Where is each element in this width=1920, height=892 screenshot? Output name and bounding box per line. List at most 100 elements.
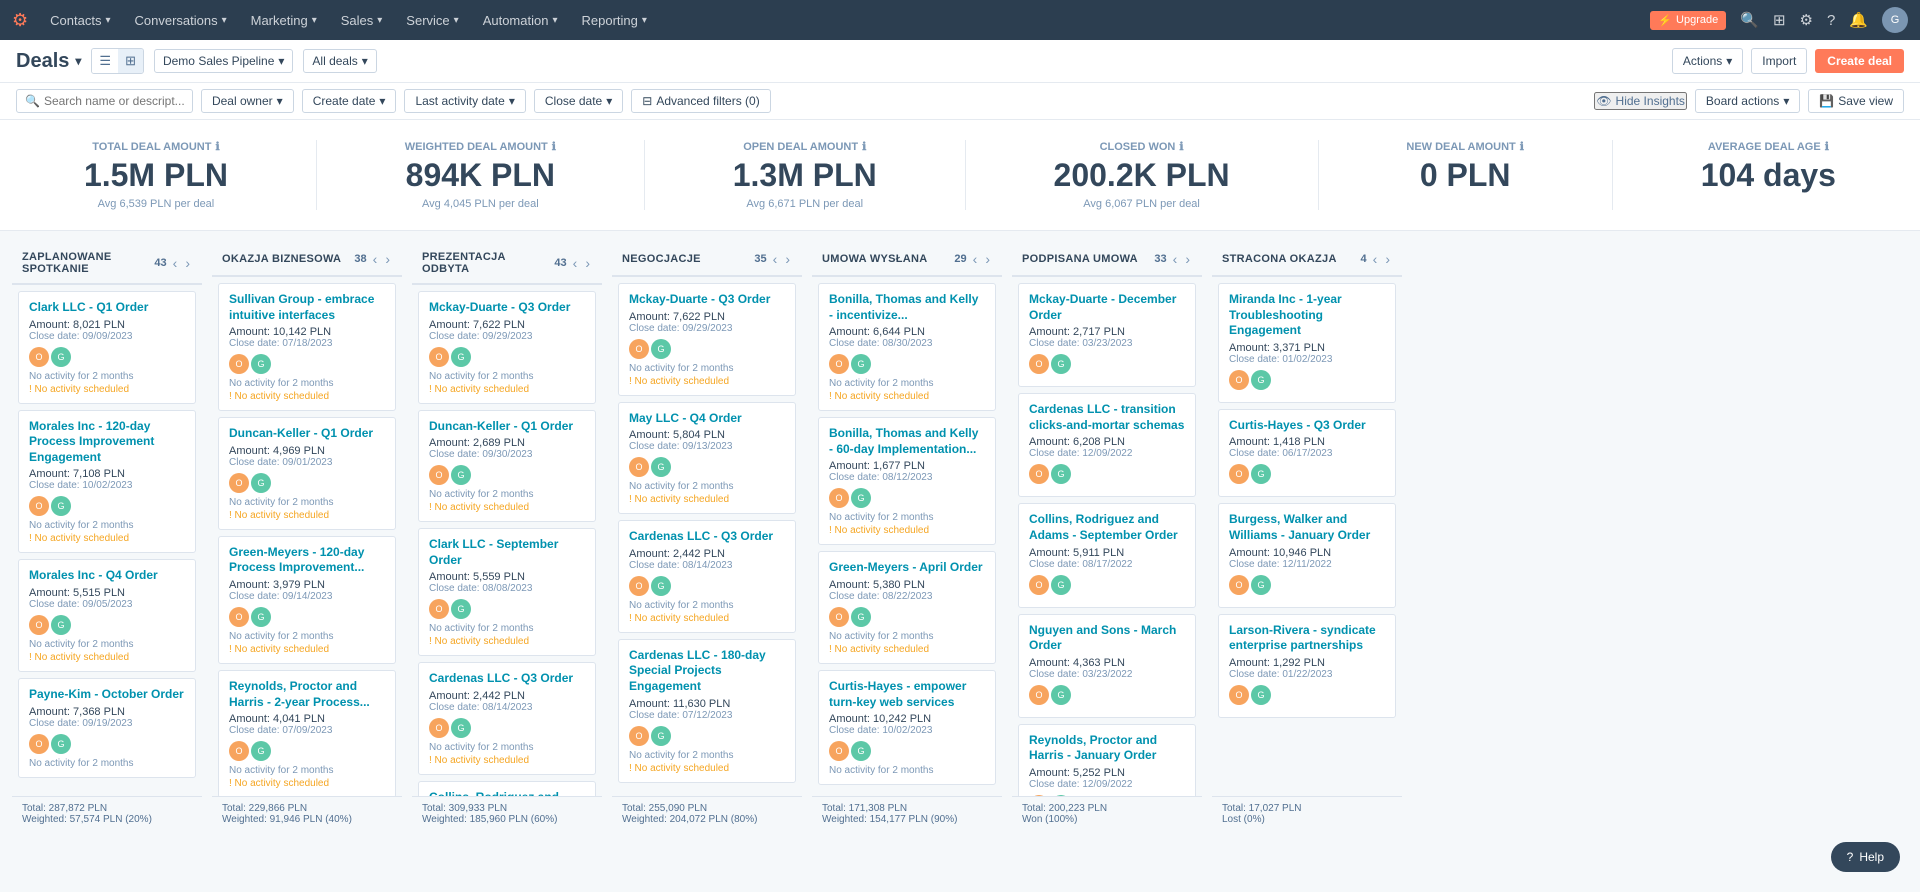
deal-card[interactable]: Cardenas LLC - Q3 Order Amount: 2,442 PL… bbox=[618, 520, 796, 633]
avatar: G bbox=[51, 496, 71, 516]
advanced-filters-button[interactable]: ⊟ Advanced filters (0) bbox=[631, 89, 770, 113]
activity-text: No activity for 2 months bbox=[429, 742, 585, 753]
deal-close-date: Close date: 08/14/2023 bbox=[629, 560, 785, 571]
column-prev-podpisana[interactable]: ‹ bbox=[1171, 251, 1180, 267]
nav-marketing[interactable]: Marketing ▾ bbox=[241, 0, 327, 40]
column-next-stracona[interactable]: › bbox=[1383, 251, 1392, 267]
column-zaplanowane: ZAPLANOWANE SPOTKANIE 43 ‹ › Clark LLC -… bbox=[12, 243, 202, 831]
import-button[interactable]: Import bbox=[1751, 48, 1807, 74]
column-prev-negocjacje[interactable]: ‹ bbox=[771, 251, 780, 267]
pipeline-select[interactable]: Demo Sales Pipeline ▾ bbox=[154, 49, 293, 73]
insight-open-deal: OPEN DEAL AMOUNT ℹ 1.3M PLN Avg 6,671 PL… bbox=[733, 140, 877, 210]
deal-card[interactable]: Mckay-Duarte - December Order Amount: 2,… bbox=[1018, 283, 1196, 387]
close-date-filter[interactable]: Close date ▾ bbox=[534, 89, 623, 113]
nav-sales[interactable]: Sales ▾ bbox=[331, 0, 393, 40]
column-next-umowa[interactable]: › bbox=[983, 251, 992, 267]
column-next-zaplanowane[interactable]: › bbox=[183, 255, 192, 271]
nav-automation[interactable]: Automation ▾ bbox=[473, 0, 568, 40]
deal-card[interactable]: Duncan-Keller - Q1 Order Amount: 2,689 P… bbox=[418, 410, 596, 523]
avatar: G bbox=[651, 457, 671, 477]
column-prev-stracona[interactable]: ‹ bbox=[1371, 251, 1380, 267]
deal-avatars: OG bbox=[629, 457, 785, 477]
avatar[interactable]: G bbox=[1882, 7, 1908, 33]
column-prev-zaplanowane[interactable]: ‹ bbox=[171, 255, 180, 271]
deal-card[interactable]: Larson-Rivera - syndicate enterprise par… bbox=[1218, 614, 1396, 718]
deal-avatars: OG bbox=[1029, 464, 1185, 484]
deal-card[interactable]: Collins, Rodriguez and Adams - re-contex… bbox=[418, 781, 596, 796]
list-view-button[interactable]: ☰ bbox=[92, 49, 118, 73]
deal-card[interactable]: Morales Inc - 120-day Process Improvemen… bbox=[18, 410, 196, 554]
deal-card[interactable]: Clark LLC - Q1 Order Amount: 8,021 PLN C… bbox=[18, 291, 196, 404]
search-icon[interactable]: 🔍 bbox=[1740, 11, 1759, 29]
column-cards-stracona: Miranda Inc - 1-year Troubleshooting Eng… bbox=[1212, 277, 1402, 796]
deal-close-date: Close date: 09/30/2023 bbox=[429, 449, 585, 460]
hide-insights-button[interactable]: 👁 Hide Insights bbox=[1594, 92, 1687, 110]
column-header-right: 35 ‹ › bbox=[754, 251, 792, 267]
column-prev-prezentacja[interactable]: ‹ bbox=[571, 255, 580, 271]
view-toggle: ☰ ⊞ bbox=[91, 48, 144, 74]
avatar: O bbox=[29, 347, 49, 367]
deal-owner-filter[interactable]: Deal owner ▾ bbox=[201, 89, 294, 113]
settings-icon[interactable]: ⚙ bbox=[1800, 11, 1813, 29]
deal-card[interactable]: Curtis-Hayes - Q3 Order Amount: 1,418 PL… bbox=[1218, 409, 1396, 498]
deal-card[interactable]: Cardenas LLC - Q3 Order Amount: 2,442 PL… bbox=[418, 662, 596, 775]
column-next-podpisana[interactable]: › bbox=[1183, 251, 1192, 267]
insight-avg-deal-age: AVERAGE DEAL AGE ℹ 104 days bbox=[1701, 140, 1836, 210]
column-next-prezentacja[interactable]: › bbox=[583, 255, 592, 271]
deal-card[interactable]: Clark LLC - September Order Amount: 5,55… bbox=[418, 528, 596, 656]
avatar: G bbox=[1051, 464, 1071, 484]
deal-card[interactable]: Green-Meyers - April Order Amount: 5,380… bbox=[818, 551, 996, 664]
info-icon: ℹ bbox=[1825, 140, 1829, 153]
nav-contacts[interactable]: Contacts ▾ bbox=[40, 0, 120, 40]
deal-card[interactable]: Reynolds, Proctor and Harris - January O… bbox=[1018, 724, 1196, 796]
nav-reporting[interactable]: Reporting ▾ bbox=[571, 0, 656, 40]
deal-card[interactable]: Payne-Kim - October Order Amount: 7,368 … bbox=[18, 678, 196, 778]
deal-card[interactable]: Duncan-Keller - Q1 Order Amount: 4,969 P… bbox=[218, 417, 396, 530]
deal-card[interactable]: Bonilla, Thomas and Kelly - 60-day Imple… bbox=[818, 417, 996, 545]
all-deals-select[interactable]: All deals ▾ bbox=[303, 49, 376, 73]
deal-card[interactable]: Mckay-Duarte - Q3 Order Amount: 7,622 PL… bbox=[418, 291, 596, 404]
deal-card[interactable]: Burgess, Walker and Williams - January O… bbox=[1218, 503, 1396, 607]
create-deal-button[interactable]: Create deal bbox=[1815, 49, 1904, 73]
avatar: G bbox=[251, 473, 271, 493]
avatar: G bbox=[251, 607, 271, 627]
activity-warning: ! No activity scheduled bbox=[429, 502, 585, 513]
search-input[interactable] bbox=[44, 94, 184, 108]
deal-card[interactable]: Collins, Rodriguez and Adams - September… bbox=[1018, 503, 1196, 607]
deal-card[interactable]: Sullivan Group - embrace intuitive inter… bbox=[218, 283, 396, 411]
board-view-button[interactable]: ⊞ bbox=[118, 49, 143, 73]
deal-card[interactable]: Mckay-Duarte - Q3 Order Amount: 7,622 PL… bbox=[618, 283, 796, 396]
deal-card[interactable]: Nguyen and Sons - March Order Amount: 4,… bbox=[1018, 614, 1196, 718]
column-prev-okazja[interactable]: ‹ bbox=[371, 251, 380, 267]
deal-card[interactable]: Curtis-Hayes - empower turn-key web serv… bbox=[818, 670, 996, 785]
create-date-filter[interactable]: Create date ▾ bbox=[302, 89, 397, 113]
actions-button[interactable]: Actions ▾ bbox=[1672, 48, 1743, 74]
activity-warning: ! No activity scheduled bbox=[629, 376, 785, 387]
nav-service[interactable]: Service ▾ bbox=[396, 0, 468, 40]
notifications-icon[interactable]: 🔔 bbox=[1849, 11, 1868, 29]
column-next-negocjacje[interactable]: › bbox=[783, 251, 792, 267]
deal-card[interactable]: Bonilla, Thomas and Kelly - incentivize.… bbox=[818, 283, 996, 411]
deal-card[interactable]: Cardenas LLC - transition clicks-and-mor… bbox=[1018, 393, 1196, 497]
deal-close-date: Close date: 08/22/2023 bbox=[829, 591, 985, 602]
column-prev-umowa[interactable]: ‹ bbox=[971, 251, 980, 267]
help-icon[interactable]: ? bbox=[1827, 12, 1835, 29]
deals-title[interactable]: Deals ▾ bbox=[16, 50, 81, 73]
deal-card[interactable]: May LLC - Q4 Order Amount: 5,804 PLN Clo… bbox=[618, 402, 796, 515]
upgrade-button[interactable]: ⚡ Upgrade bbox=[1650, 11, 1726, 30]
save-view-button[interactable]: 💾 Save view bbox=[1808, 89, 1904, 113]
deal-card[interactable]: Green-Meyers - 120-day Process Improveme… bbox=[218, 536, 396, 664]
chevron-down-icon: ▾ bbox=[552, 15, 557, 26]
last-activity-filter[interactable]: Last activity date ▾ bbox=[404, 89, 525, 113]
search-box[interactable]: 🔍 bbox=[16, 89, 193, 113]
help-button[interactable]: ? Help bbox=[1831, 842, 1900, 872]
deal-card[interactable]: Reynolds, Proctor and Harris - 2-year Pr… bbox=[218, 670, 396, 796]
deal-card[interactable]: Morales Inc - Q4 Order Amount: 5,515 PLN… bbox=[18, 559, 196, 672]
deal-card[interactable]: Miranda Inc - 1-year Troubleshooting Eng… bbox=[1218, 283, 1396, 403]
deal-name: Clark LLC - Q1 Order bbox=[29, 300, 185, 316]
board-actions-button[interactable]: Board actions ▾ bbox=[1695, 89, 1800, 113]
nav-conversations[interactable]: Conversations ▾ bbox=[124, 0, 236, 40]
deal-card[interactable]: Cardenas LLC - 180-day Special Projects … bbox=[618, 639, 796, 783]
column-next-okazja[interactable]: › bbox=[383, 251, 392, 267]
marketplace-icon[interactable]: ⊞ bbox=[1773, 11, 1786, 29]
